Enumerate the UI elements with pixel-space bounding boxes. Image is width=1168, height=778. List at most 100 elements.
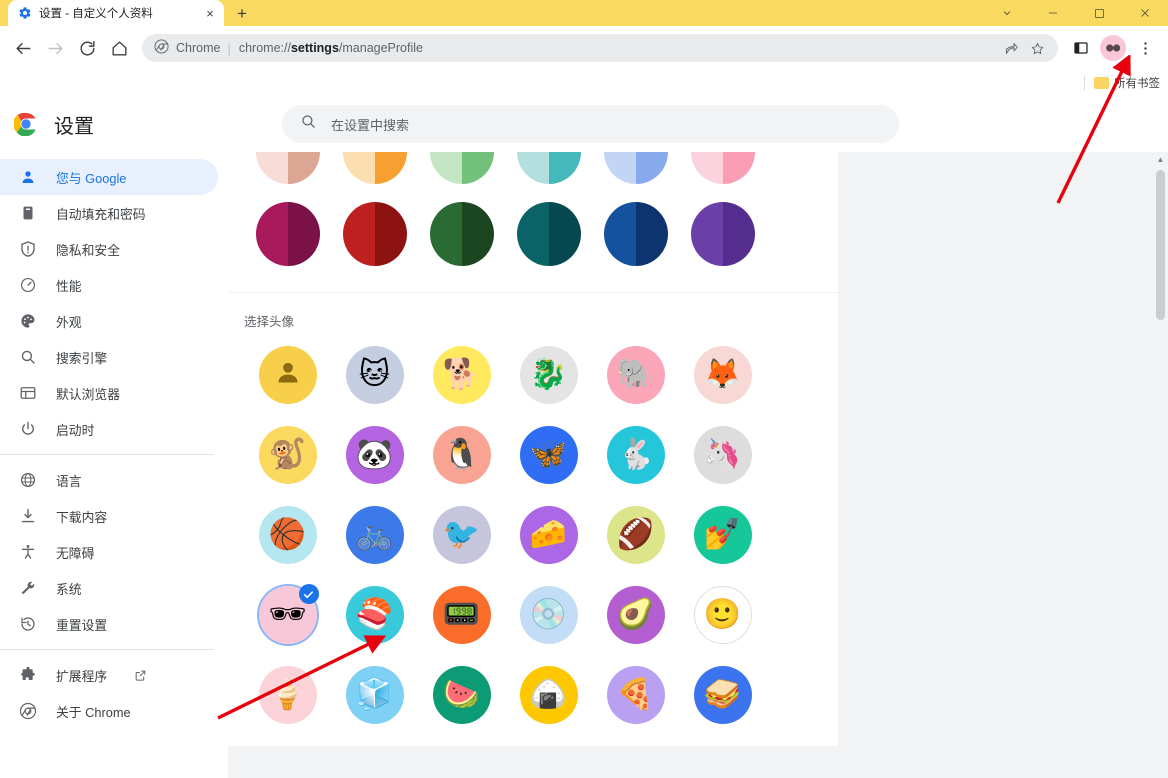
color-half-dark <box>722 202 755 266</box>
theme-color-cell <box>331 152 418 184</box>
avatar-ice-cream[interactable]: 🍦 <box>258 666 317 724</box>
avatar-origami-panda[interactable]: 🐼 <box>345 426 404 484</box>
avatar-origami-penguin[interactable]: 🐧 <box>432 426 491 484</box>
avatar-section: 选择头像 🐱 🐕 🐉 🐘 🦊 🐒 🐼 🐧 🦋 🐇 🦄 🏀 🚲 🐦 🧀 🏈 💅 🕶 🍣 📟 💿 🥑 🙂 🍦 🧊 🍉 🍙 🍕 🥪 <box>228 293 838 724</box>
content-scrollbar[interactable]: ▲ <box>1153 152 1168 778</box>
avatar-origami-cat[interactable]: 🐱 <box>345 346 404 404</box>
avatar-cell: 🧀 <box>505 506 592 564</box>
theme-color-dark-teal[interactable] <box>516 202 581 266</box>
theme-color-red[interactable] <box>342 202 407 266</box>
tab-close-icon[interactable]: × <box>202 5 218 21</box>
scroll-up-arrow-icon[interactable]: ▲ <box>1153 152 1168 167</box>
theme-color-pink[interactable] <box>690 152 755 184</box>
avatar-onigiri[interactable]: 🍙 <box>519 666 578 724</box>
avatar-bicycle[interactable]: 🚲 <box>345 506 404 564</box>
sidebar-item-8[interactable]: 启动时 <box>0 411 218 447</box>
forward-arrow-icon[interactable] <box>40 33 70 63</box>
theme-color-purple[interactable] <box>690 202 755 266</box>
avatar-cell: 🐼 <box>331 426 418 484</box>
sidebar-item-1[interactable]: 您与 Google <box>0 159 218 195</box>
sunglasses-icon: 🕶 <box>268 598 307 631</box>
theme-color-peach[interactable] <box>255 152 320 184</box>
tab-search-chevron-down-icon[interactable] <box>984 0 1030 26</box>
avatar-origami-dragon[interactable]: 🐉 <box>519 346 578 404</box>
avatar-origami-rabbit[interactable]: 🐇 <box>606 426 665 484</box>
avatar-smiley[interactable]: 🙂 <box>693 586 752 644</box>
avatar-football[interactable]: 🏈 <box>606 506 665 564</box>
theme-color-dark-blue[interactable] <box>603 202 668 266</box>
color-half-light <box>690 152 723 184</box>
avatar-sandwich[interactable]: 🥪 <box>693 666 752 724</box>
avatar-cell: 🐦 <box>418 506 505 564</box>
avatar-sushi[interactable]: 🍣 <box>345 586 404 644</box>
maximize-button[interactable] <box>1076 0 1122 26</box>
avatar-default-person[interactable] <box>258 346 317 404</box>
avatar-origami-unicorn[interactable]: 🦄 <box>693 426 752 484</box>
puzzle-icon <box>18 665 38 685</box>
home-icon[interactable] <box>104 33 134 63</box>
avatar-basketball[interactable]: 🏀 <box>258 506 317 564</box>
avatar-origami-butterfly[interactable]: 🦋 <box>519 426 578 484</box>
color-half-dark <box>374 202 407 266</box>
share-icon[interactable] <box>1000 37 1022 59</box>
sidebar-item-4[interactable]: 性能 <box>0 267 218 303</box>
power-icon <box>18 419 38 439</box>
avatar-watermelon[interactable]: 🍉 <box>432 666 491 724</box>
address-bar[interactable]: Chrome | chrome://settings/manageProfile <box>142 34 1058 62</box>
all-bookmarks-button[interactable]: 所有书签 <box>1094 75 1160 91</box>
avatar-origami-monkey[interactable]: 🐒 <box>258 426 317 484</box>
avatar-ice[interactable]: 🧊 <box>345 666 404 724</box>
close-window-button[interactable] <box>1122 0 1168 26</box>
back-arrow-icon[interactable] <box>8 33 38 63</box>
avatar-pizza[interactable]: 🍕 <box>606 666 665 724</box>
avatar-avocado[interactable]: 🥑 <box>606 586 665 644</box>
selected-checkmark-icon <box>298 584 319 604</box>
origami-panda-icon: 🐼 <box>355 438 394 471</box>
star-icon[interactable] <box>1026 37 1048 59</box>
sidebar-item-5[interactable]: 外观 <box>0 303 218 339</box>
avatar-cell: 🧊 <box>331 666 418 724</box>
three-dot-menu-icon[interactable] <box>1130 33 1160 63</box>
sidebar-item-label: 下载内容 <box>56 509 108 525</box>
sidebar-item-5[interactable]: 重置设置 <box>0 606 218 642</box>
search-input[interactable]: 在设置中搜索 <box>282 105 899 143</box>
sidebar-item-2[interactable]: 关于 Chrome <box>0 693 218 729</box>
sidebar-item-6[interactable]: 搜索引擎 <box>0 339 218 375</box>
profile-avatar-button[interactable] <box>1098 33 1128 63</box>
sidebar-item-3[interactable]: 隐私和安全 <box>0 231 218 267</box>
theme-color-dark-green[interactable] <box>429 202 494 266</box>
avatar-cheese[interactable]: 🧀 <box>519 506 578 564</box>
avatar-tamagotchi[interactable]: 📟 <box>432 586 491 644</box>
sidebar-item-2[interactable]: 下载内容 <box>0 498 218 534</box>
sidebar-item-1[interactable]: 扩展程序 <box>0 657 218 693</box>
browser-tab-settings[interactable]: 设置 - 自定义个人资料 × <box>8 0 224 26</box>
avatar-sunglasses[interactable]: 🕶 <box>258 584 319 644</box>
theme-color-cell <box>592 202 679 266</box>
color-half-light <box>342 202 375 266</box>
scrollbar-thumb[interactable] <box>1156 170 1165 320</box>
theme-color-blue[interactable] <box>603 152 668 184</box>
theme-color-teal[interactable] <box>516 152 581 184</box>
theme-color-orange[interactable] <box>342 152 407 184</box>
sidebar-item-3[interactable]: 无障碍 <box>0 534 218 570</box>
theme-color-green[interactable] <box>429 152 494 184</box>
avatar-origami-dog[interactable]: 🐕 <box>432 346 491 404</box>
sidebar-item-7[interactable]: 默认浏览器 <box>0 375 218 411</box>
sidebar-item-1[interactable]: 语言 <box>0 462 218 498</box>
sidebar-group-secondary: 语言下载内容无障碍 系统 重置设置 <box>0 462 228 642</box>
sidebar-item-4[interactable]: 系统 <box>0 570 218 606</box>
sidebar-item-2[interactable]: 自动填充和密码 <box>0 195 218 231</box>
avatar-cell: 🍕 <box>592 666 679 724</box>
color-half-light <box>342 152 375 184</box>
avatar-origami-elephant[interactable]: 🐘 <box>606 346 665 404</box>
minimize-button[interactable] <box>1030 0 1076 26</box>
avatar-bird[interactable]: 🐦 <box>432 506 491 564</box>
origami-dragon-icon: 🐉 <box>529 358 568 391</box>
avatar-origami-fox[interactable]: 🦊 <box>693 346 752 404</box>
avatar-nail-polish[interactable]: 💅 <box>693 506 752 564</box>
reload-icon[interactable] <box>72 33 102 63</box>
side-panel-icon[interactable] <box>1066 33 1096 63</box>
new-tab-button[interactable]: + <box>228 0 256 26</box>
avatar-vinyl-record[interactable]: 💿 <box>519 586 578 644</box>
theme-color-magenta[interactable] <box>255 202 320 266</box>
